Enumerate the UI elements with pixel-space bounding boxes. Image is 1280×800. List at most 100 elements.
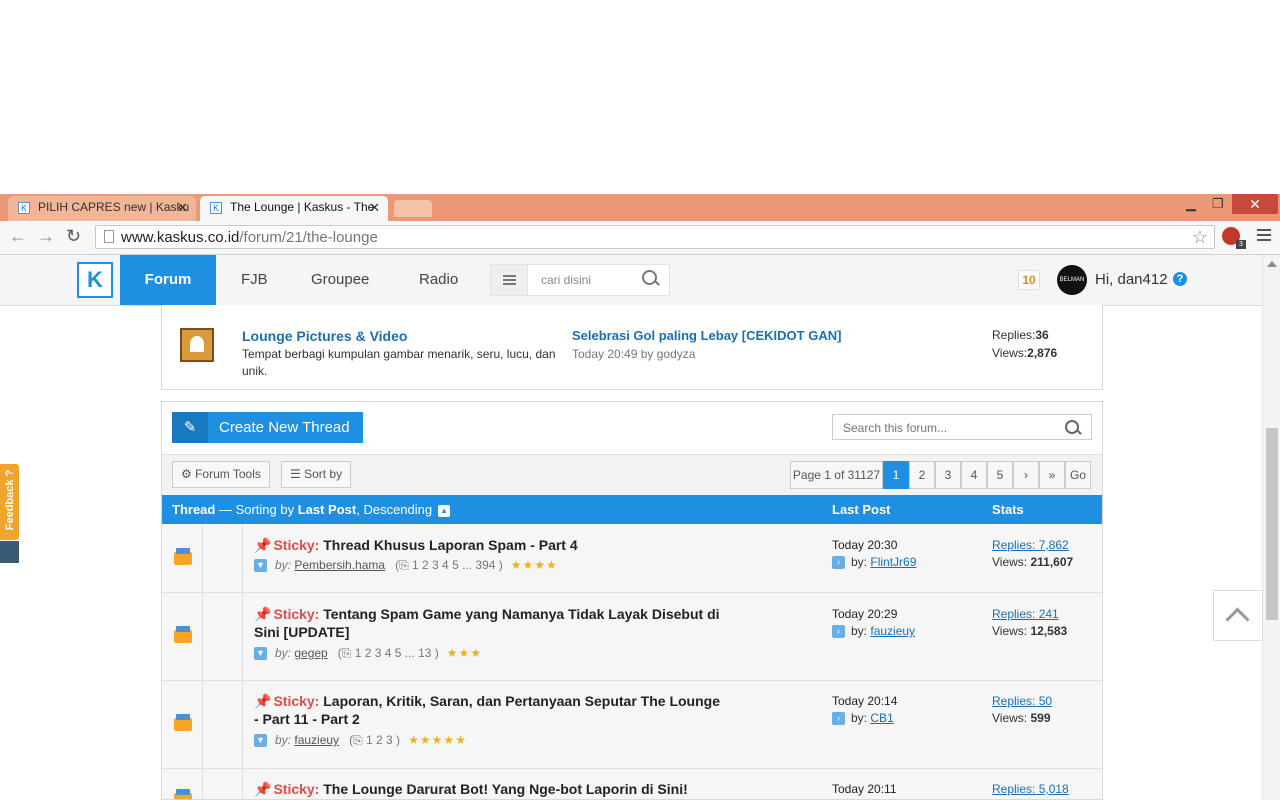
minimize-window-icon[interactable]: ▁ bbox=[1186, 196, 1196, 212]
browser-tab-lounge[interactable]: K The Lounge | Kaskus - The ✕ bbox=[200, 196, 388, 221]
table-row: 📌 Sticky: Laporan, Kritik, Saran, dan Per… bbox=[162, 681, 1102, 769]
site-header: K Forum FJB Groupee Radio cari disini 10… bbox=[0, 255, 1262, 306]
help-icon[interactable]: ? bbox=[1173, 272, 1187, 286]
thread-column-header: Thread — Sorting by Last Post, Descendin… bbox=[172, 495, 451, 524]
thread-icon-cell bbox=[202, 593, 243, 680]
forum-tools-button[interactable]: ⚙ Forum Tools bbox=[172, 461, 270, 488]
page-3[interactable]: 3 bbox=[935, 461, 961, 489]
url-text[interactable]: www.kaskus.co.id/forum/21/the-lounge bbox=[121, 229, 378, 246]
last-post-user-link[interactable]: CB1 bbox=[870, 711, 893, 725]
chevron-down-icon[interactable]: ▼ bbox=[254, 734, 267, 748]
go-to-post-icon[interactable]: › bbox=[832, 712, 845, 726]
last-post-by: › by: fauzieuy bbox=[832, 624, 915, 639]
nav-forum[interactable]: Forum bbox=[120, 255, 216, 305]
go-to-post-icon[interactable]: › bbox=[832, 556, 845, 570]
search-icon[interactable] bbox=[642, 270, 657, 285]
page-4[interactable]: 4 bbox=[961, 461, 987, 489]
thread-title-link[interactable]: 📌 Sticky: Tentang Spam Game yang Namanya … bbox=[254, 605, 724, 641]
views-label: Views: bbox=[992, 711, 1028, 725]
user-greeting[interactable]: Hi, dan412 bbox=[1095, 271, 1168, 288]
last-post-user-link[interactable]: FlintJr69 bbox=[870, 555, 916, 569]
page-scrollbar[interactable] bbox=[1262, 255, 1280, 800]
page-2[interactable]: 2 bbox=[909, 461, 935, 489]
kaskus-logo[interactable]: K bbox=[77, 262, 113, 298]
pencil-icon: ✎ bbox=[172, 412, 208, 443]
thread-author-link[interactable]: Pembersih.hama bbox=[294, 558, 385, 572]
url-host: www.kaskus.co.id bbox=[121, 229, 240, 246]
thread-tools-row: ⚙ Forum Tools ☰ Sort by Page 1 of 31127 … bbox=[162, 454, 1102, 496]
thread-title: The Lounge Darurat Bot! Yang Nge-bot Lap… bbox=[323, 781, 688, 797]
folder-icon bbox=[174, 548, 192, 565]
close-tab-icon[interactable]: ✕ bbox=[177, 200, 188, 216]
thread-pages-list: 1 2 3 bbox=[366, 733, 393, 747]
last-post-user-link[interactable]: fauzieuy bbox=[870, 624, 915, 638]
replies-link[interactable]: Replies: 241 bbox=[992, 607, 1059, 621]
last-post-time: Today 20:11 bbox=[832, 782, 897, 796]
scroll-up-icon[interactable] bbox=[1267, 261, 1277, 267]
thread-author-link[interactable]: fauzieuy bbox=[294, 733, 339, 747]
nav-radio[interactable]: Radio bbox=[419, 255, 458, 305]
thread-title: Tentang Spam Game yang Namanya Tidak Lay… bbox=[254, 606, 720, 640]
chevron-down-icon[interactable]: ▼ bbox=[254, 559, 267, 573]
sort-by-button[interactable]: ☰ Sort by bbox=[281, 461, 352, 488]
sticky-label: Sticky: bbox=[273, 537, 320, 553]
restore-window-icon[interactable]: ❐ bbox=[1212, 196, 1224, 212]
thread-title-link[interactable]: 📌 Sticky: Laporan, Kritik, Saran, dan Per… bbox=[254, 692, 724, 728]
nav-fjb[interactable]: FJB bbox=[241, 255, 268, 305]
thread-author-link[interactable]: gegep bbox=[294, 646, 327, 660]
feedback-label: Feedback ? bbox=[4, 469, 16, 531]
subforum-views: Views:2,876 bbox=[992, 346, 1057, 360]
nav-groupee[interactable]: Groupee bbox=[311, 255, 369, 305]
thread-title: Laporan, Kritik, Saran, dan Pertanyaan S… bbox=[254, 693, 721, 727]
last-post-time: Today 20:30 bbox=[832, 538, 898, 552]
sticky-label: Sticky: bbox=[273, 606, 320, 622]
address-bar[interactable]: www.kaskus.co.id/forum/21/the-lounge ☆ bbox=[95, 225, 1215, 249]
create-thread-button[interactable]: ✎ Create New Thread bbox=[172, 412, 363, 443]
last-post-by: › by: FlintJr69 bbox=[832, 555, 916, 570]
last-post-time: Today 20:29 bbox=[832, 607, 898, 621]
back-to-top-button[interactable] bbox=[1213, 590, 1263, 641]
close-tab-icon[interactable]: ✕ bbox=[369, 200, 380, 216]
views-value: 2,876 bbox=[1027, 346, 1058, 360]
table-row: 📌 Sticky: Thread Khusus Laporan Spam - Pa… bbox=[162, 524, 1102, 593]
subforum-last-thread-link[interactable]: Selebrasi Gol paling Lebay [CEKIDOT GAN] bbox=[572, 328, 841, 343]
go-button[interactable]: Go bbox=[1065, 461, 1091, 489]
scroll-thumb[interactable] bbox=[1266, 428, 1278, 620]
replies-link[interactable]: Replies: 5,018 bbox=[992, 782, 1069, 796]
sort-order: , Descending bbox=[356, 502, 433, 517]
replies-link[interactable]: Replies: 50 bbox=[992, 694, 1052, 708]
chevron-down-icon[interactable]: ▼ bbox=[254, 647, 267, 661]
close-window-icon[interactable]: ✕ bbox=[1232, 194, 1278, 214]
avatar[interactable]: BELMAN bbox=[1057, 265, 1087, 295]
bookmark-star-icon[interactable]: ☆ bbox=[1192, 227, 1208, 248]
thread-pages[interactable]: (⎘ 1 2 3 4 5 ... 394 ) bbox=[395, 558, 503, 572]
thread-pages[interactable]: (⎘ 1 2 3 4 5 ... 13 ) bbox=[338, 646, 439, 660]
back-arrow-icon[interactable]: ← bbox=[9, 226, 27, 247]
browser-menu-icon[interactable] bbox=[1257, 229, 1271, 243]
feedback-tab[interactable]: Feedback ? bbox=[0, 464, 19, 540]
search-menu-icon[interactable] bbox=[491, 265, 528, 295]
page-1[interactable]: 1 bbox=[883, 461, 909, 489]
thread-title-link[interactable]: 📌 Sticky: Thread Khusus Laporan Spam - Pa… bbox=[254, 536, 724, 554]
page-5[interactable]: 5 bbox=[987, 461, 1013, 489]
search-icon[interactable] bbox=[1065, 420, 1079, 434]
thread-pages[interactable]: (⎘ 1 2 3 ) bbox=[349, 733, 400, 747]
thread-icon-cell bbox=[202, 524, 243, 592]
forum-tools-label: Forum Tools bbox=[195, 467, 261, 481]
thread-title-link[interactable]: 📌 Sticky: The Lounge Darurat Bot! Yang Ng… bbox=[254, 780, 774, 798]
subforum-title-link[interactable]: Lounge Pictures & Video bbox=[242, 328, 407, 344]
site-search-input[interactable]: cari disini bbox=[541, 273, 591, 287]
forward-arrow-icon[interactable]: → bbox=[37, 226, 55, 247]
last-page-icon[interactable]: » bbox=[1039, 461, 1065, 489]
next-page-icon[interactable]: › bbox=[1013, 461, 1039, 489]
go-to-post-icon[interactable]: › bbox=[832, 625, 845, 639]
feedback-widget-icon[interactable] bbox=[0, 541, 19, 563]
browser-tab-capres[interactable]: K PILIH CAPRES new | Kasku ✕ bbox=[8, 196, 196, 221]
sort-toggle-icon[interactable]: ▲ bbox=[438, 504, 451, 517]
pin-icon: 📌 bbox=[254, 537, 272, 553]
new-tab-button[interactable] bbox=[394, 200, 432, 217]
notification-count[interactable]: 10 bbox=[1018, 270, 1040, 290]
replies-link[interactable]: Replies: 7,862 bbox=[992, 538, 1069, 552]
reload-icon[interactable]: ↻ bbox=[66, 226, 81, 247]
forum-search-input[interactable] bbox=[841, 418, 1065, 437]
